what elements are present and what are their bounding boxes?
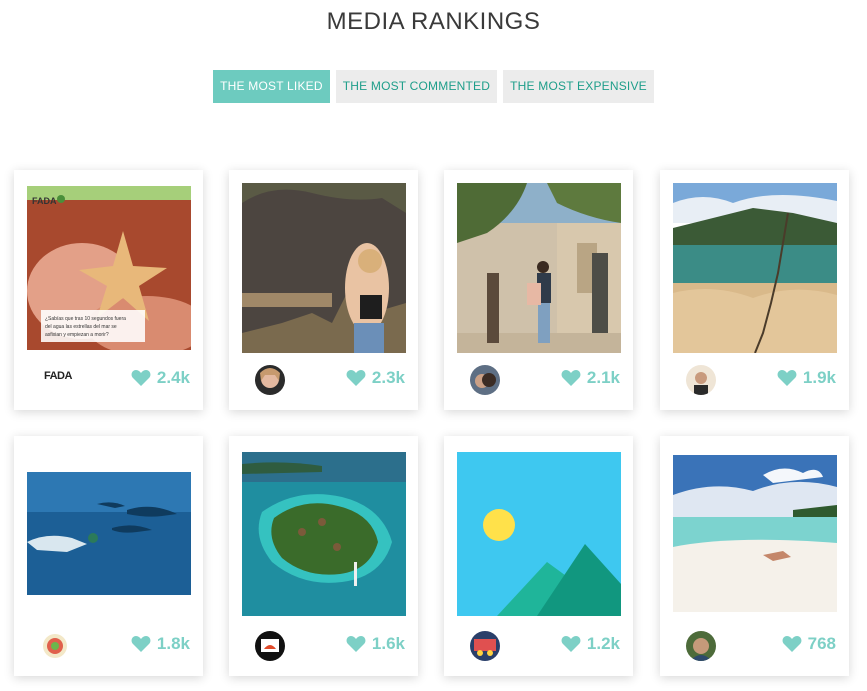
likes-count: 1.9k: [777, 367, 836, 389]
post-image[interactable]: [673, 183, 837, 353]
media-card[interactable]: 2.3k: [229, 170, 418, 410]
brand-logo[interactable]: FADA: [44, 370, 72, 382]
card-footer: 768: [660, 614, 849, 676]
media-card[interactable]: ¿Sabías que tras 10 segundos fuera del a…: [14, 170, 203, 410]
post-image[interactable]: [242, 452, 406, 616]
image-placeholder-icon[interactable]: [457, 452, 621, 616]
tab-most-liked[interactable]: THE MOST LIKED: [213, 70, 330, 103]
card-footer: FADA 2.4k: [14, 348, 203, 410]
card-footer: 2.1k: [444, 348, 633, 410]
ranking-tabs: THE MOST LIKED THE MOST COMMENTED THE MO…: [0, 70, 867, 103]
post-image[interactable]: [457, 183, 621, 353]
heart-icon: [561, 636, 581, 652]
avatar[interactable]: [686, 631, 716, 661]
media-card[interactable]: 1.8k: [14, 436, 203, 676]
avatar[interactable]: [686, 365, 716, 395]
media-card[interactable]: 768: [660, 436, 849, 676]
card-footer: 1.6k: [229, 614, 418, 676]
card-footer: 1.9k: [660, 348, 849, 410]
tab-most-expensive[interactable]: THE MOST EXPENSIVE: [503, 70, 654, 103]
likes-value: 2.3k: [371, 368, 405, 387]
card-footer: 2.3k: [229, 348, 418, 410]
heart-icon: [561, 370, 581, 386]
tab-most-commented[interactable]: THE MOST COMMENTED: [335, 70, 498, 103]
likes-count: 2.1k: [561, 367, 620, 389]
heart-icon: [777, 370, 797, 386]
likes-value: 1.9k: [802, 368, 836, 387]
card-footer: 1.8k: [14, 614, 203, 676]
likes-value: 768: [807, 634, 836, 653]
page-title: MEDIA RANKINGS: [326, 8, 541, 35]
post-image[interactable]: [242, 183, 406, 353]
heart-icon: [131, 636, 151, 652]
post-image[interactable]: [27, 472, 191, 595]
likes-count: 2.4k: [131, 367, 190, 389]
likes-count: 1.8k: [131, 633, 190, 655]
heart-icon: [782, 636, 802, 652]
likes-value: 2.1k: [586, 368, 620, 387]
likes-count: 2.3k: [346, 367, 405, 389]
avatar[interactable]: [40, 631, 70, 661]
media-card[interactable]: 2.1k: [444, 170, 633, 410]
card-footer: 1.2k: [444, 614, 633, 676]
post-image[interactable]: ¿Sabías que tras 10 segundos fuera del a…: [27, 186, 191, 350]
svg-text:asfixian y empiezan a morir?: asfixian y empiezan a morir?: [45, 332, 109, 338]
media-card[interactable]: 1.2k: [444, 436, 633, 676]
post-text-line: ¿Sabías que tras 10 segundos fuera: [45, 316, 126, 322]
media-card[interactable]: 1.9k: [660, 170, 849, 410]
likes-count: 1.2k: [561, 633, 620, 655]
avatar[interactable]: [470, 631, 500, 661]
avatar[interactable]: [470, 365, 500, 395]
heart-icon: [346, 636, 366, 652]
likes-value: 2.4k: [156, 368, 190, 387]
likes-value: 1.2k: [586, 634, 620, 653]
svg-text:del agua las estrellas del mar: del agua las estrellas del mar se: [45, 324, 117, 330]
heart-icon: [346, 370, 366, 386]
media-card[interactable]: 1.6k: [229, 436, 418, 676]
heart-icon: [131, 370, 151, 386]
post-image[interactable]: [673, 455, 837, 612]
likes-count: 768: [782, 633, 836, 655]
likes-value: 1.8k: [156, 634, 190, 653]
avatar[interactable]: [255, 365, 285, 395]
likes-value: 1.6k: [371, 634, 405, 653]
likes-count: 1.6k: [346, 633, 405, 655]
svg-text:FADA: FADA: [32, 196, 57, 206]
avatar[interactable]: [255, 631, 285, 661]
